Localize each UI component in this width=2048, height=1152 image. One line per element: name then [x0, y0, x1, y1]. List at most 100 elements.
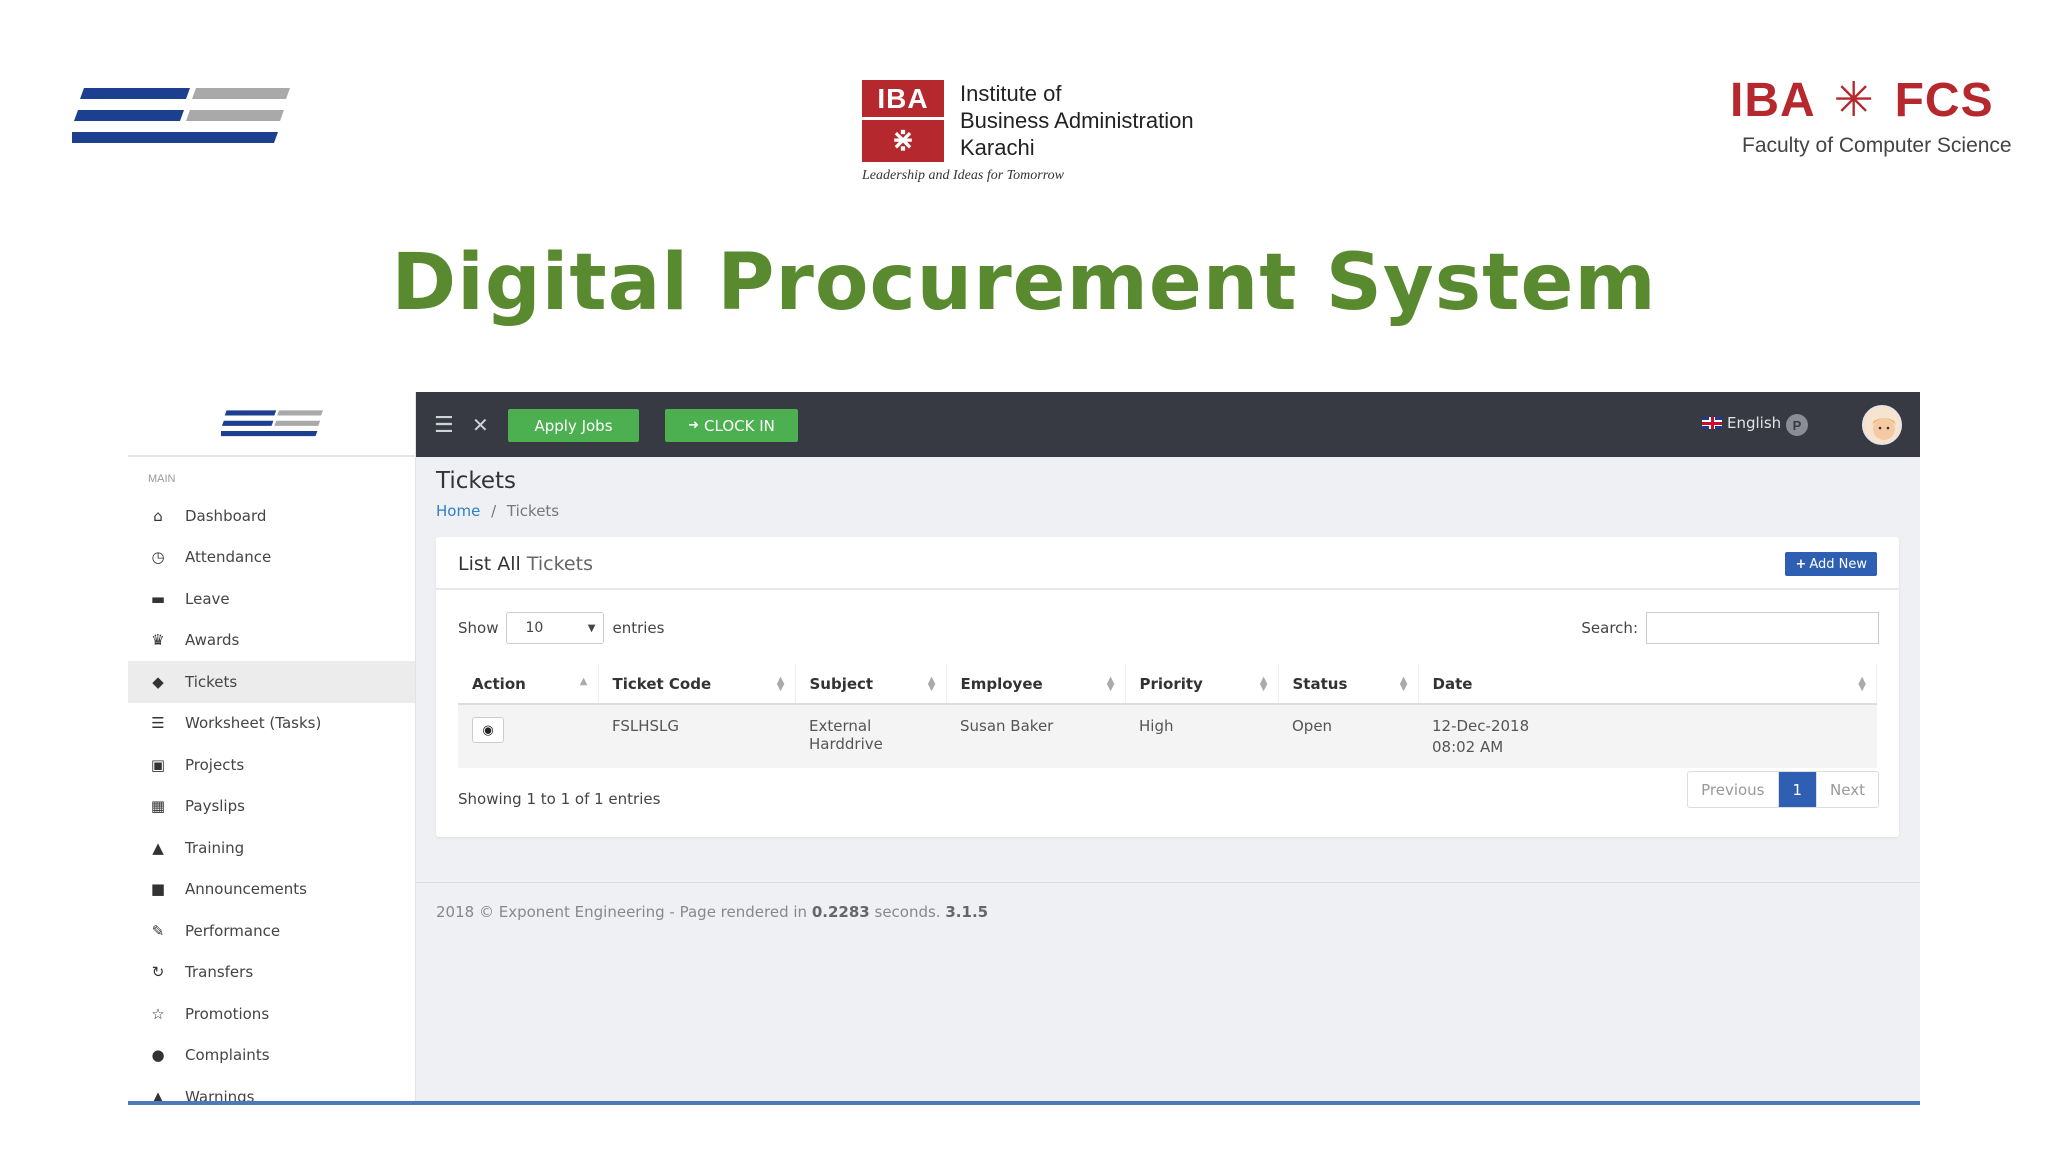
clock-in-icon: ➜	[688, 418, 700, 433]
column-header-ticket-code[interactable]: Ticket Code ▲ ▼	[598, 664, 796, 705]
card-title-suffix: Tickets	[526, 553, 593, 575]
entries-label: entries	[612, 619, 665, 637]
user-avatar[interactable]	[1862, 405, 1902, 445]
sort-icon: ▲ ▼	[927, 675, 936, 693]
column-header-date[interactable]: Date ▲ ▼	[1418, 664, 1877, 705]
profile-badge[interactable]: P	[1786, 414, 1808, 436]
language-selector[interactable]: English	[1702, 414, 1781, 432]
column-header-priority[interactable]: Priority ▲ ▼	[1125, 664, 1279, 705]
footer-text: 2018 © Exponent Engineering - Page rende…	[436, 903, 808, 921]
column-header-status[interactable]: Status ▲ ▼	[1278, 664, 1419, 705]
hamburger-menu-icon[interactable]: ☰	[434, 412, 454, 438]
sort-icon: ▲ ▼	[1106, 675, 1115, 693]
sidebar-item-transfers[interactable]: ↻ Transfers	[128, 952, 415, 994]
edit-icon: ✎	[151, 921, 165, 940]
card-header: List All Tickets + Add New	[436, 537, 1899, 590]
sidebar-item-label: Transfers	[185, 963, 254, 982]
search-input[interactable]	[1646, 612, 1879, 644]
footer-divider	[416, 882, 1920, 883]
column-header-label: Ticket Code	[612, 674, 712, 693]
clock-in-button[interactable]: ➜ CLOCK IN	[665, 409, 798, 442]
column-header-label: Subject	[809, 674, 874, 693]
iba-name-line: Institute of	[960, 81, 1062, 106]
fcs-wordmark-left: IBA	[1730, 74, 1814, 127]
sort-icon: ▲	[579, 676, 588, 687]
sort-icon: ▲ ▼	[1858, 675, 1866, 693]
list-icon: ☰	[151, 714, 165, 733]
refresh-icon: ↻	[151, 963, 165, 982]
sidebar-item-projects[interactable]: ▣ Projects	[128, 744, 415, 786]
sidebar-item-training[interactable]: ▲ Training	[128, 827, 415, 869]
sidebar-item-leave[interactable]: ▬ Leave	[128, 578, 415, 620]
sticky-note-icon: ■	[150, 880, 166, 899]
ticket-icon: ◆	[152, 672, 164, 691]
sidebar-item-label: Training	[185, 838, 245, 857]
column-header-subject[interactable]: Subject ▲ ▼	[795, 664, 947, 705]
sidebar-item-dashboard[interactable]: ⌂ Dashboard	[128, 495, 415, 537]
fcs-emblem-icon: ✳	[1833, 72, 1875, 128]
avatar-face-icon	[1864, 407, 1900, 443]
entries-select-value: 10	[525, 620, 544, 636]
apply-jobs-button[interactable]: Apply Jobs	[508, 409, 639, 442]
sidebar-item-label: Dashboard	[185, 506, 267, 525]
footer-render-time: 0.2283	[811, 903, 870, 921]
sidebar-item-complaints[interactable]: ● Complaints	[128, 1035, 415, 1077]
sidebar-item-attendance[interactable]: ◷ Attendance	[128, 537, 415, 579]
table-info: Showing 1 to 1 of 1 entries	[458, 790, 661, 808]
sidebar-item-warnings[interactable]: ▲ Warnings	[128, 1076, 415, 1104]
card-title: List All Tickets	[458, 553, 593, 575]
breadcrumb: Home / Tickets	[436, 502, 559, 520]
date-value: 12-Dec-2018	[1432, 717, 1530, 735]
time-value: 08:02 AM	[1432, 738, 1504, 756]
sidebar-item-tickets[interactable]: ◆ Tickets	[128, 661, 415, 703]
tickets-card: List All Tickets + Add New Show 10 ▼ ent…	[436, 537, 1899, 837]
topbar: ☰ ✕ Apply Jobs ➜ CLOCK IN English P	[416, 392, 1920, 457]
archive-icon: ▣	[150, 755, 166, 774]
sidebar-item-payslips[interactable]: ▦ Payslips	[128, 786, 415, 828]
sidebar-menu: ⌂ Dashboard ◷ Attendance ▬ Leave ♛ Awards ◆ Ticke…	[128, 495, 415, 1104]
sidebar-item-label: Payslips	[185, 797, 245, 816]
sidebar-item-label: Attendance	[185, 548, 272, 567]
graduation-cap-icon: ▲	[152, 838, 164, 857]
iba-fcs-logo: IBA ✳ FCS Faculty of Computer Science	[1726, 72, 2012, 167]
sidebar-item-awards[interactable]: ♛ Awards	[128, 620, 415, 662]
sidebar-item-announcements[interactable]: ■ Announcements	[128, 869, 415, 911]
card-title-prefix: List All	[458, 553, 521, 575]
column-header-action[interactable]: Action ▲	[458, 664, 599, 705]
iba-emblem-icon: ⋇	[891, 123, 915, 156]
sidebar-section-label: MAIN	[148, 473, 176, 485]
sidebar-item-performance[interactable]: ✎ Performance	[128, 910, 415, 952]
column-header-employee[interactable]: Employee ▲ ▼	[946, 664, 1126, 705]
pagination-page-1[interactable]: 1	[1778, 772, 1817, 807]
add-new-button[interactable]: + Add New	[1785, 552, 1877, 576]
sidebar-item-label: Projects	[185, 755, 245, 774]
entries-length-control: Show 10 ▼ entries	[458, 612, 664, 644]
bed-icon: ▬	[150, 589, 166, 608]
sidebar-item-label: Worksheet (Tasks)	[185, 714, 322, 733]
sidebar-item-label: Awards	[185, 631, 240, 650]
sidebar-item-promotions[interactable]: ☆ Promotions	[128, 993, 415, 1035]
view-ticket-button[interactable]: ◉	[472, 717, 504, 743]
column-header-label: Status	[1292, 674, 1348, 693]
cell-subject: External Harddrive	[795, 704, 946, 768]
fcs-wordmark: IBA ✳ FCS	[1730, 72, 1994, 128]
entries-select[interactable]: 10 ▼	[506, 612, 605, 644]
pagination-next[interactable]: Next	[1816, 772, 1878, 807]
footer-version: 3.1.5	[945, 903, 989, 921]
slide: IBA ⋇ Institute of Business Administrati…	[0, 0, 2048, 1152]
cell-priority: High	[1125, 704, 1278, 768]
column-header-label: Date	[1432, 674, 1473, 693]
breadcrumb-home-link[interactable]: Home	[436, 502, 480, 520]
sidebar-item-worksheet-tasks[interactable]: ☰ Worksheet (Tasks)	[128, 703, 415, 745]
pagination-previous[interactable]: Previous	[1688, 772, 1779, 807]
fullscreen-toggle-icon[interactable]: ✕	[472, 413, 489, 438]
sort-icon: ▲ ▼	[1259, 675, 1268, 693]
footer: 2018 © Exponent Engineering - Page rende…	[436, 903, 988, 921]
sidebar-logo[interactable]	[128, 392, 415, 457]
table-header-row: Action ▲ Ticket Code ▲ ▼ Subject ▲ ▼ Employee ▲ ▼ P…	[458, 664, 1877, 705]
pagination: Previous 1 Next	[1687, 771, 1879, 808]
iba-name-line: Karachi	[960, 135, 1035, 160]
table-row: ◉ FSLHSLG External Harddrive Susan Baker Hig…	[458, 704, 1877, 768]
eye-icon: ◉	[482, 722, 494, 738]
sort-icon: ▲ ▼	[776, 675, 785, 693]
